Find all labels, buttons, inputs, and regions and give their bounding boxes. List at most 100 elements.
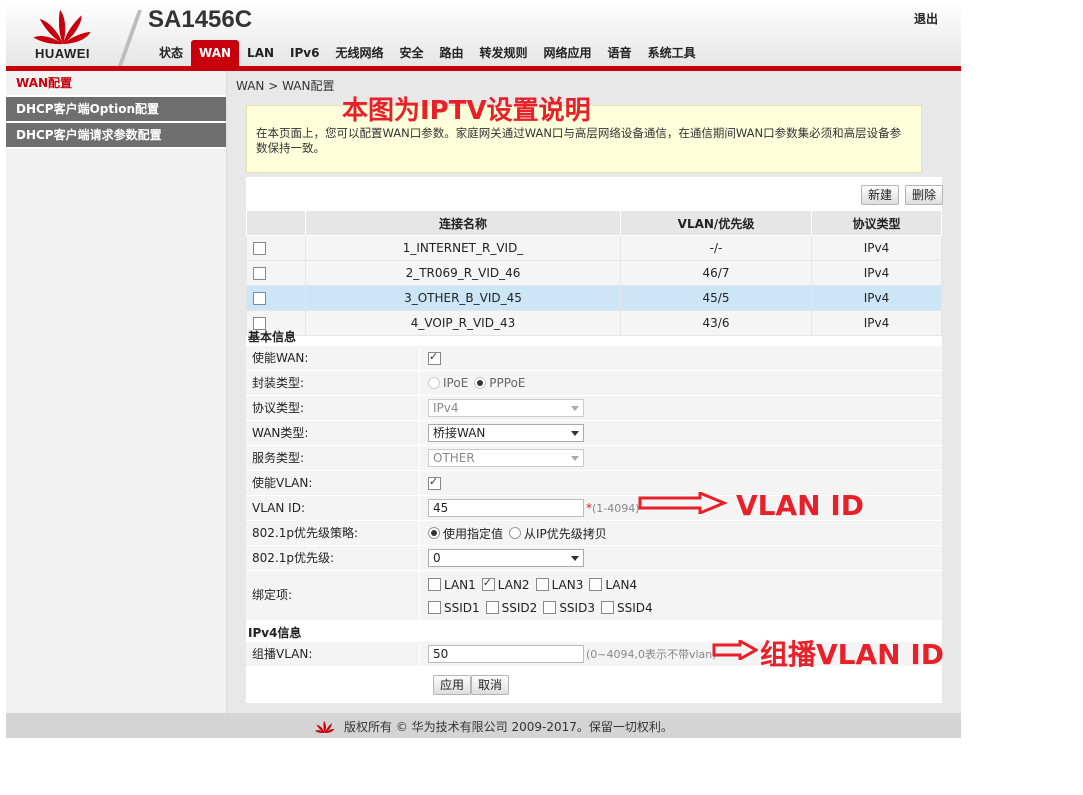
table-row[interactable]: 4_VOIP_R_VID_43 43/6 IPv4 (246, 310, 942, 336)
bind-ssid1-checkbox[interactable] (428, 601, 441, 614)
copyright-text: 版权所有 © 华为技术有限公司 2009-2017。保留一切权利。 (344, 720, 673, 734)
header-divider-icon (118, 10, 142, 66)
vlan-priority: -/- (620, 235, 812, 261)
basic-info-title: 基本信息 (248, 330, 297, 344)
nav-forwarding[interactable]: 转发规则 (472, 40, 536, 66)
encap-label: 封装类型: (246, 371, 420, 395)
nav-system-tools[interactable]: 系统工具 (640, 40, 704, 66)
huawei-small-logo-icon (315, 721, 335, 734)
row-wan-type: WAN类型: 桥接WAN (246, 421, 942, 446)
row-encap: 封装类型: IPoE PPPoE (246, 371, 942, 396)
prio-specified-label: 使用指定值 (443, 526, 504, 541)
prio-label: 802.1p优先级: (246, 546, 420, 570)
app-frame: HUAWEI SA1456C 退出 状态 WAN LAN IPv6 无线网络 安… (6, 0, 961, 738)
header: HUAWEI SA1456C 退出 状态 WAN LAN IPv6 无线网络 安… (6, 0, 961, 66)
main-content: WAN > WAN配置 在本页面上，您可以配置WAN口参数。家庭网关通过WAN口… (227, 71, 961, 713)
encap-pppoe-label: PPPoE (489, 376, 526, 390)
bind-ssid3-checkbox[interactable] (543, 601, 557, 614)
encap-pppoe-radio[interactable] (474, 377, 487, 389)
service-type-select[interactable]: OTHER (428, 449, 584, 467)
main-nav: 状态 WAN LAN IPv6 无线网络 安全 路由 转发规则 网络应用 语音 … (151, 40, 704, 66)
chevron-down-icon (571, 556, 579, 561)
prio-copy-label: 从IP优先级拷贝 (524, 526, 607, 541)
bind-lan1-checkbox[interactable] (428, 578, 441, 591)
sidebar-item-dhcp-request[interactable]: DHCP客户端请求参数配置 (6, 123, 226, 149)
apply-button[interactable]: 应用 (433, 675, 472, 695)
bind-lan3-label: LAN3 (551, 577, 584, 592)
mcast-vlan-input[interactable]: 50 (428, 645, 584, 663)
wan-type-select[interactable]: 桥接WAN (428, 424, 584, 442)
bind-lan2-label: LAN2 (497, 577, 530, 592)
row-service-type: 服务类型: OTHER (246, 446, 942, 471)
protocol-select-value: IPv4 (433, 401, 459, 415)
bind-ssid4-checkbox[interactable] (600, 601, 614, 614)
wan-connection-table: 连接名称 VLAN/优先级 协议类型 1_INTERNET_R_VID_ -/-… (246, 210, 942, 336)
mcast-vlan-hint: (0~4094,0表示不带vlan) (586, 648, 717, 661)
vlan-id-label: VLAN ID: (246, 496, 420, 520)
connection-name: 1_INTERNET_R_VID_ (305, 235, 621, 261)
cancel-button[interactable]: 取消 (471, 675, 510, 695)
nav-network-apps[interactable]: 网络应用 (536, 40, 600, 66)
encap-ipoe-radio[interactable] (428, 377, 440, 389)
sidebar-item-dhcp-option[interactable]: DHCP客户端Option配置 (6, 97, 226, 123)
enable-vlan-label: 使能VLAN: (246, 471, 420, 495)
connection-name: 3_OTHER_B_VID_45 (305, 285, 621, 311)
row-protocol: 协议类型: IPv4 (246, 396, 942, 421)
nav-wireless[interactable]: 无线网络 (327, 40, 391, 66)
nav-lan[interactable]: LAN (239, 40, 282, 66)
vlan-priority: 46/7 (620, 260, 812, 286)
row-binding: 绑定项: LAN1 LAN2 LAN3 LAN4 SSID1 SSID2 SSI… (246, 571, 942, 621)
mcast-vlan-arrow-icon (712, 640, 758, 660)
nav-voice[interactable]: 语音 (600, 40, 640, 66)
sidebar-item-wan-config[interactable]: WAN配置 (6, 71, 226, 97)
row-checkbox[interactable] (253, 292, 266, 305)
protocol-type: IPv4 (811, 310, 942, 336)
delete-button[interactable]: 删除 (905, 185, 944, 205)
row-checkbox[interactable] (253, 242, 266, 255)
enable-vlan-checkbox[interactable] (428, 475, 441, 490)
protocol-select[interactable]: IPv4 (428, 399, 584, 417)
bind-ssid4-label: SSID4 (616, 600, 653, 615)
mcast-vlan-annotation: 组播VLAN ID (760, 638, 945, 671)
bind-lan2-checkbox[interactable] (481, 576, 495, 591)
notice-text: 在本页面上，您可以配置WAN口参数。家庭网关通过WAN口与高层网络设备通信，在通… (256, 126, 902, 155)
bind-lan3-checkbox[interactable] (535, 578, 549, 591)
prio-select-value: 0 (433, 551, 441, 565)
device-model: SA1456C (148, 6, 253, 33)
bind-ssid-line: SSID1 SSID2 SSID3 SSID4 (428, 597, 659, 619)
enable-wan-checkbox[interactable] (428, 350, 441, 365)
binding-label: 绑定项: (246, 571, 420, 620)
bind-ssid2-checkbox[interactable] (485, 601, 499, 614)
vlan-id-input[interactable]: 45 (428, 499, 584, 517)
nav-security[interactable]: 安全 (391, 40, 431, 66)
protocol-type: IPv4 (811, 235, 942, 261)
chevron-down-icon (571, 406, 579, 411)
bind-ssid1-label: SSID1 (444, 600, 480, 615)
prio-select[interactable]: 0 (428, 549, 584, 567)
row-checkbox[interactable] (253, 267, 266, 280)
footer: 版权所有 © 华为技术有限公司 2009-2017。保留一切权利。 (6, 713, 961, 738)
wan-type-select-value: 桥接WAN (433, 426, 486, 440)
connection-name: 2_TR069_R_VID_46 (305, 260, 621, 286)
service-type-select-value: OTHER (433, 451, 475, 465)
vlan-priority: 45/5 (620, 285, 812, 311)
bind-lan4-checkbox[interactable] (589, 578, 603, 591)
protocol-type: IPv4 (811, 260, 942, 286)
chevron-down-icon (571, 431, 579, 436)
service-type-label: 服务类型: (246, 446, 420, 470)
new-button[interactable]: 新建 (861, 185, 900, 205)
table-row-selected[interactable]: 3_OTHER_B_VID_45 45/5 IPv4 (246, 285, 942, 311)
protocol-type: IPv4 (811, 285, 942, 311)
nav-wan[interactable]: WAN (191, 40, 240, 66)
prio-specified-radio[interactable] (428, 527, 440, 539)
nav-ipv6[interactable]: IPv6 (282, 40, 327, 66)
table-row[interactable]: 1_INTERNET_R_VID_ -/- IPv4 (246, 235, 942, 261)
protocol-label: 协议类型: (246, 396, 420, 420)
table-header-protocol: 协议类型 (811, 210, 942, 236)
prio-copy-radio[interactable] (509, 527, 522, 539)
logout-link[interactable]: 退出 (914, 10, 938, 27)
nav-routing[interactable]: 路由 (432, 40, 472, 66)
table-row[interactable]: 2_TR069_R_VID_46 46/7 IPv4 (246, 260, 942, 286)
chevron-down-icon (571, 456, 579, 461)
nav-status[interactable]: 状态 (151, 40, 191, 66)
